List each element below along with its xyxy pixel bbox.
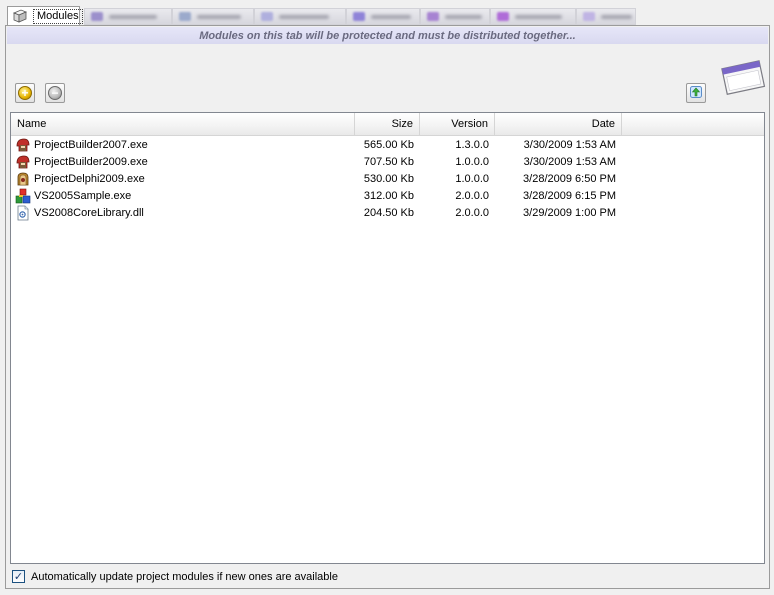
tab-obscured-5[interactable] [420, 8, 490, 25]
tab-obscured-6[interactable] [490, 8, 576, 25]
delphi-icon [15, 171, 31, 187]
row-version: 1.0.0.0 [455, 172, 489, 185]
list-header: Name Size Version Date [11, 113, 764, 136]
tab-obscured-2[interactable] [172, 8, 254, 25]
modules-list[interactable]: Name Size Version Date ProjectBuilder200… [10, 112, 765, 564]
row-version: 2.0.0.0 [455, 189, 489, 202]
row-date: 3/28/2009 6:15 PM [523, 189, 616, 202]
row-size: 707.50 Kb [363, 155, 414, 168]
table-row[interactable]: ProjectBuilder2007.exe 565.00 Kb 1.3.0.0… [11, 136, 764, 153]
tab-obscured-3[interactable] [254, 8, 346, 25]
helmet-icon [15, 154, 31, 170]
column-header-date-label: Date [591, 118, 615, 130]
window-graphic [715, 55, 767, 102]
row-size: 530.00 Kb [363, 172, 414, 185]
dll-icon [15, 205, 31, 221]
row-size: 565.00 Kb [363, 138, 414, 151]
table-row[interactable]: ProjectDelphi2009.exe 530.00 Kb 1.0.0.0 … [11, 170, 764, 187]
row-date: 3/30/2009 1:53 AM [523, 155, 616, 168]
modules-panel: Modules on this tab will be protected an… [5, 25, 770, 589]
auto-update-checkbox[interactable]: ✓ [12, 570, 25, 583]
tab-obscured-1[interactable] [84, 8, 172, 25]
row-size: 204.50 Kb [363, 206, 414, 219]
row-date: 3/29/2009 1:00 PM [523, 206, 616, 219]
column-header-name-label: Name [17, 118, 47, 130]
tab-obscured-7[interactable] [576, 8, 636, 25]
table-row[interactable]: VS2008CoreLibrary.dll 204.50 Kb 2.0.0.0 … [11, 204, 764, 221]
row-version: 1.3.0.0 [455, 138, 489, 151]
auto-update-label: Automatically update project modules if … [31, 570, 338, 583]
tab-strip: Modules [0, 0, 774, 27]
row-size: 312.00 Kb [363, 189, 414, 202]
row-name: ProjectBuilder2007.exe [34, 138, 148, 151]
column-header-size-label: Size [391, 118, 413, 130]
refresh-icon [689, 85, 703, 102]
module-tab-icon [12, 8, 28, 24]
column-header-name[interactable]: Name [11, 113, 355, 135]
list-body: ProjectBuilder2007.exe 565.00 Kb 1.3.0.0… [11, 136, 764, 221]
row-version: 2.0.0.0 [455, 206, 489, 219]
column-header-version-label: Version [451, 118, 488, 130]
table-row[interactable]: ProjectBuilder2009.exe 707.50 Kb 1.0.0.0… [11, 153, 764, 170]
add-module-button[interactable]: + [15, 83, 35, 103]
row-name: VS2005Sample.exe [34, 189, 132, 202]
remove-circle-icon: − [48, 86, 62, 100]
row-name: ProjectBuilder2009.exe [34, 155, 148, 168]
protection-banner: Modules on this tab will be protected an… [7, 27, 768, 44]
row-date: 3/30/2009 1:53 AM [523, 138, 616, 151]
row-name: VS2008CoreLibrary.dll [34, 206, 144, 219]
helmet-icon [15, 137, 31, 153]
column-header-version[interactable]: Version [420, 113, 495, 135]
blocks-icon [15, 188, 31, 204]
tab-obscured-4[interactable] [346, 8, 420, 25]
row-name: ProjectDelphi2009.exe [34, 172, 145, 185]
column-header-filler [622, 113, 764, 135]
add-circle-icon: + [18, 86, 32, 100]
auto-update-option[interactable]: ✓ Automatically update project modules i… [12, 570, 338, 583]
row-version: 1.0.0.0 [455, 155, 489, 168]
refresh-modules-button[interactable] [686, 83, 706, 103]
remove-module-button[interactable]: − [45, 83, 65, 103]
column-header-date[interactable]: Date [495, 113, 622, 135]
column-header-size[interactable]: Size [355, 113, 420, 135]
table-row[interactable]: VS2005Sample.exe 312.00 Kb 2.0.0.0 3/28/… [11, 187, 764, 204]
row-date: 3/28/2009 6:50 PM [523, 172, 616, 185]
tab-modules[interactable]: Modules [7, 6, 83, 25]
tab-modules-label: Modules [33, 8, 83, 24]
